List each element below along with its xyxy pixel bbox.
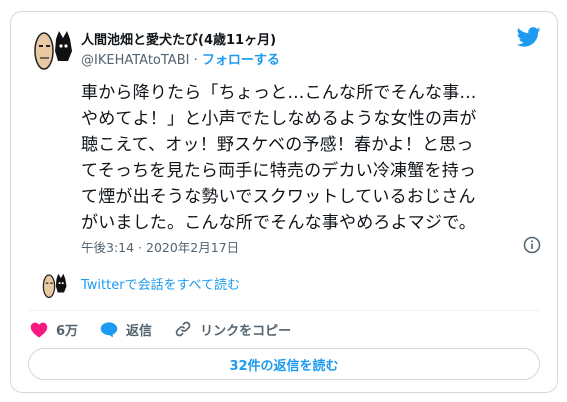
twitter-bird-icon[interactable]: [517, 26, 541, 48]
reply-label: 返信: [126, 323, 153, 339]
reply-bubble-icon: [100, 321, 118, 337]
tweet-line: 聴こえて、オッ！野スケベの予感！春かよ！と思っ: [81, 135, 474, 155]
user-avatar[interactable]: [28, 25, 76, 73]
display-name[interactable]: 人間池畑と愛犬たび(4歳11ヶ月): [81, 29, 276, 48]
tweet-line: て煙が出そうな勢いでスクワットしているおじさん: [81, 187, 476, 207]
action-bar: 6万 返信 リンクをコピー: [30, 317, 313, 341]
tweet-timestamp[interactable]: 午後3:14 · 2020年2月17日: [81, 237, 239, 256]
tweet-text: 車から降りたら「ちょっと…こんな所でそんな事… やめてよ！」と小声でたしなめるよ…: [81, 80, 551, 236]
tweet-line: がいました。こんな所でそんな事やめろよマジで。: [81, 213, 476, 233]
read-conversation-link[interactable]: Twitterで会話をすべて読む: [81, 274, 240, 293]
follow-button[interactable]: フォローする: [202, 53, 280, 68]
link-icon: [175, 321, 191, 337]
user-handle[interactable]: @IKEHATAtoTABI: [81, 53, 189, 68]
reply-button[interactable]: 返信: [100, 320, 152, 339]
tweet-line: やめてよ！」と小声でたしなめるような女性の声が: [81, 109, 477, 129]
heart-icon: [30, 322, 48, 337]
copy-link-label: リンクをコピー: [200, 323, 292, 339]
like-button[interactable]: 6万: [30, 320, 78, 339]
thread-avatar[interactable]: [39, 270, 69, 300]
read-replies-button[interactable]: 32件の返信を読む: [28, 348, 540, 380]
tweet-card: 人間池畑と愛犬たび(4歳11ヶ月) @IKEHATAtoTABI · フォローす…: [10, 11, 558, 393]
separator-dot: ·: [193, 53, 198, 68]
copy-link-button[interactable]: リンクをコピー: [174, 320, 291, 339]
like-count: 6万: [56, 323, 79, 339]
tweet-line: 車から降りたら「ちょっと…こんな所でそんな事…: [81, 83, 477, 103]
handle-row: @IKEHATAtoTABI · フォローする: [81, 49, 280, 68]
divider: [28, 310, 540, 311]
info-icon[interactable]: [523, 236, 541, 254]
tweet-line: てそっちを見たら両手に特売のデカい冷凍蟹を持っ: [81, 161, 477, 181]
